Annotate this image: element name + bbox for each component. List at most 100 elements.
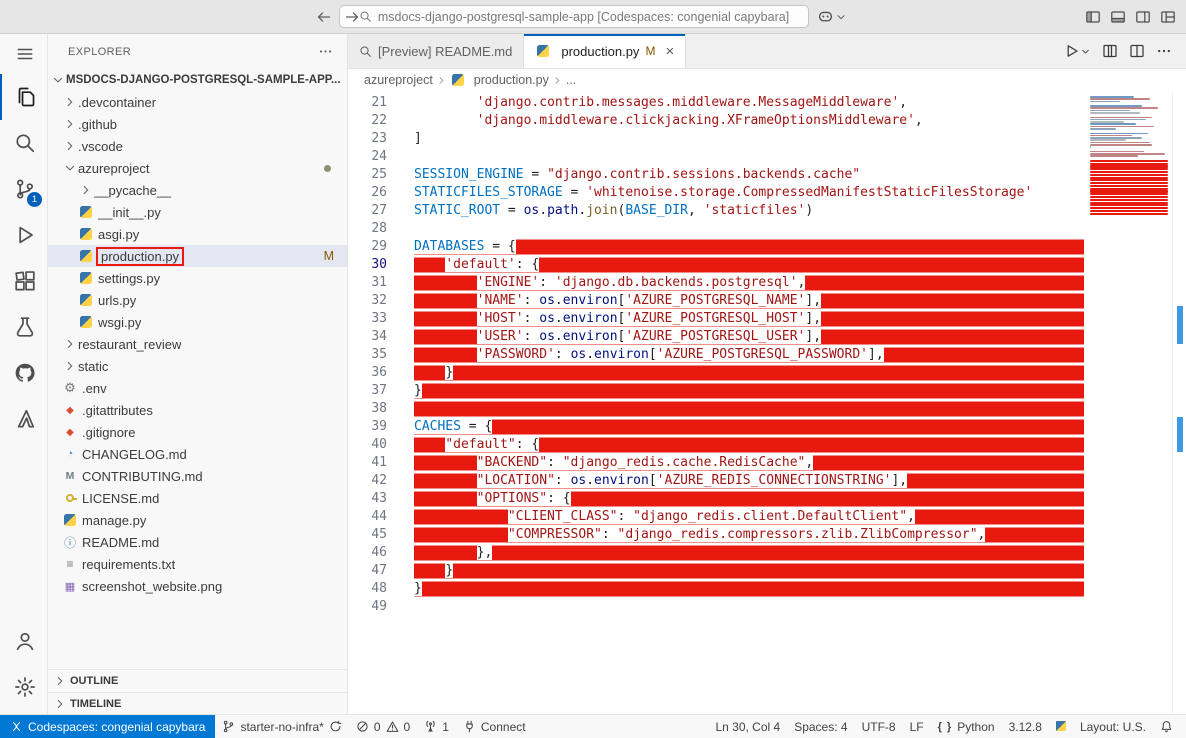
overview-ruler[interactable] xyxy=(1172,91,1186,714)
code-line-annotated[interactable]: CACHES = { xyxy=(414,418,1084,436)
status-ports[interactable]: 1 xyxy=(417,715,456,738)
activity-github-icon[interactable] xyxy=(0,350,47,396)
code-line-annotated[interactable]: } xyxy=(414,382,1084,400)
explorer-root-folder[interactable]: MSDOCS-DJANGO-POSTGRESQL-SAMPLE-APP... xyxy=(48,69,347,91)
layout-sidebar-right-icon[interactable] xyxy=(1135,9,1151,25)
tree-item-manage-py[interactable]: manage.py xyxy=(48,509,347,531)
code-line[interactable]: STATIC_ROOT = os.path.join(BASE_DIR, 'st… xyxy=(414,202,1084,220)
activity-run-debug-icon[interactable] xyxy=(0,212,47,258)
code-line-annotated[interactable]: "BACKEND": "django_redis.cache.RedisCach… xyxy=(414,454,1084,472)
code-line-annotated[interactable]: "default": { xyxy=(414,436,1084,454)
tree-item-screenshot-website-png[interactable]: ▦screenshot_website.png xyxy=(48,575,347,597)
status-indentation[interactable]: Spaces: 4 xyxy=(787,715,854,738)
code-content[interactable]: 'django.contrib.messages.middleware.Mess… xyxy=(414,91,1084,714)
tree-item-gitattributes[interactable]: ◆.gitattributes xyxy=(48,399,347,421)
status-python-env[interactable] xyxy=(1049,715,1073,738)
tree-item-devcontainer[interactable]: .devcontainer xyxy=(48,91,347,113)
tree-item-production-py[interactable]: production.pyM xyxy=(48,245,347,267)
tree-item-urls-py[interactable]: urls.py xyxy=(48,289,347,311)
code-line-annotated[interactable]: "CLIENT_CLASS": "django_redis.client.Def… xyxy=(414,508,1084,526)
tree-item-azureproject[interactable]: azureproject xyxy=(48,157,347,179)
activity-explorer-icon[interactable] xyxy=(0,74,47,120)
line-number[interactable]: 21 xyxy=(348,94,414,112)
layout-sidebar-left-icon[interactable] xyxy=(1085,9,1101,25)
line-number[interactable]: 29 xyxy=(348,238,414,256)
tree-item-pycache[interactable]: __pycache__ xyxy=(48,179,347,201)
line-number[interactable]: 35 xyxy=(348,346,414,364)
line-number[interactable]: 28 xyxy=(348,220,414,238)
line-number[interactable]: 44 xyxy=(348,508,414,526)
line-number[interactable]: 46 xyxy=(348,544,414,562)
code-line-annotated[interactable]: 'default': { xyxy=(414,256,1084,274)
section-outline[interactable]: OUTLINE xyxy=(48,670,347,692)
code-line-annotated[interactable]: 'USER': os.environ['AZURE_POSTGRESQL_USE… xyxy=(414,328,1084,346)
tree-item-env[interactable]: ⚙.env xyxy=(48,377,347,399)
line-number[interactable]: 39 xyxy=(348,418,414,436)
open-changes-button[interactable] xyxy=(1102,43,1118,59)
forward-icon[interactable] xyxy=(344,9,360,25)
code-line[interactable]: STATICFILES_STORAGE = 'whitenoise.storag… xyxy=(414,184,1084,202)
split-editor-button[interactable] xyxy=(1129,43,1145,59)
status-git-branch[interactable]: starter-no-infra* xyxy=(215,715,348,738)
line-number[interactable]: 24 xyxy=(348,148,414,166)
line-number[interactable]: 23 xyxy=(348,130,414,148)
command-center-search[interactable]: msdocs-django-postgresql-sample-app [Cod… xyxy=(339,5,809,28)
tree-item-contributing-md[interactable]: MCONTRIBUTING.md xyxy=(48,465,347,487)
line-number[interactable]: 25 xyxy=(348,166,414,184)
activity-source-control-icon[interactable]: 1 xyxy=(0,166,47,212)
layout-panel-icon[interactable] xyxy=(1110,9,1126,25)
tree-item-readme-md[interactable]: ⓘREADME.md xyxy=(48,531,347,553)
code-line-annotated[interactable]: "COMPRESSOR": "django_redis.compressors.… xyxy=(414,526,1084,544)
line-number[interactable]: 36 xyxy=(348,364,414,382)
status-layout[interactable]: Layout: U.S. xyxy=(1073,715,1153,738)
code-line[interactable]: ] xyxy=(414,130,1084,148)
line-number[interactable]: 30 xyxy=(348,256,414,274)
activity-extensions-icon[interactable] xyxy=(0,258,47,304)
activity-menu-icon[interactable] xyxy=(0,34,47,74)
more-actions-button[interactable] xyxy=(1156,43,1172,59)
tree-item-wsgi-py[interactable]: wsgi.py xyxy=(48,311,347,333)
activity-azure-icon[interactable] xyxy=(0,396,47,442)
code-line-annotated[interactable]: } xyxy=(414,562,1084,580)
activity-testing-icon[interactable] xyxy=(0,304,47,350)
code-line-annotated[interactable]: }, xyxy=(414,544,1084,562)
line-number[interactable]: 26 xyxy=(348,184,414,202)
line-number[interactable]: 34 xyxy=(348,328,414,346)
line-number[interactable]: 48 xyxy=(348,580,414,598)
line-number[interactable]: 22 xyxy=(348,112,414,130)
line-number[interactable]: 38 xyxy=(348,400,414,418)
copilot-menu[interactable] xyxy=(817,8,847,25)
code-line[interactable] xyxy=(414,598,1084,616)
activity-search-icon[interactable] xyxy=(0,120,47,166)
breadcrumb-item-production-py[interactable]: production.py xyxy=(450,73,549,87)
tree-item-license-md[interactable]: LICENSE.md xyxy=(48,487,347,509)
activity-account-icon[interactable] xyxy=(0,618,47,664)
customize-layout-icon[interactable] xyxy=(1160,9,1176,25)
tree-item-settings-py[interactable]: settings.py xyxy=(48,267,347,289)
line-number[interactable]: 33 xyxy=(348,310,414,328)
tree-item-static[interactable]: static xyxy=(48,355,347,377)
line-number[interactable]: 47 xyxy=(348,562,414,580)
line-number[interactable]: 40 xyxy=(348,436,414,454)
status-problems[interactable]: 00 xyxy=(349,715,417,738)
line-number[interactable]: 37 xyxy=(348,382,414,400)
back-icon[interactable] xyxy=(316,9,332,25)
status-notifications[interactable] xyxy=(1153,715,1180,738)
line-number[interactable]: 42 xyxy=(348,472,414,490)
tree-item-init-py[interactable]: __init__.py xyxy=(48,201,347,223)
minimap[interactable] xyxy=(1084,91,1172,714)
status-cursor-position[interactable]: Ln 30, Col 4 xyxy=(708,715,787,738)
line-number[interactable]: 41 xyxy=(348,454,414,472)
code-line[interactable]: 'django.middleware.clickjacking.XFrameOp… xyxy=(414,112,1084,130)
code-line[interactable] xyxy=(414,220,1084,238)
close-icon[interactable]: × xyxy=(665,44,674,59)
tree-item-restaurant-review[interactable]: restaurant_review xyxy=(48,333,347,355)
line-number[interactable]: 31 xyxy=(348,274,414,292)
tree-item-gitignore[interactable]: ◆.gitignore xyxy=(48,421,347,443)
code-line-annotated[interactable]: 'PASSWORD': os.environ['AZURE_POSTGRESQL… xyxy=(414,346,1084,364)
tree-item-changelog-md[interactable]: ◔CHANGELOG.md xyxy=(48,443,347,465)
tab-preview-readme-md[interactable]: [Preview] README.md xyxy=(348,34,524,68)
line-number[interactable]: 27 xyxy=(348,202,414,220)
code-line-annotated[interactable]: DATABASES = { xyxy=(414,238,1084,256)
line-number[interactable]: 43 xyxy=(348,490,414,508)
